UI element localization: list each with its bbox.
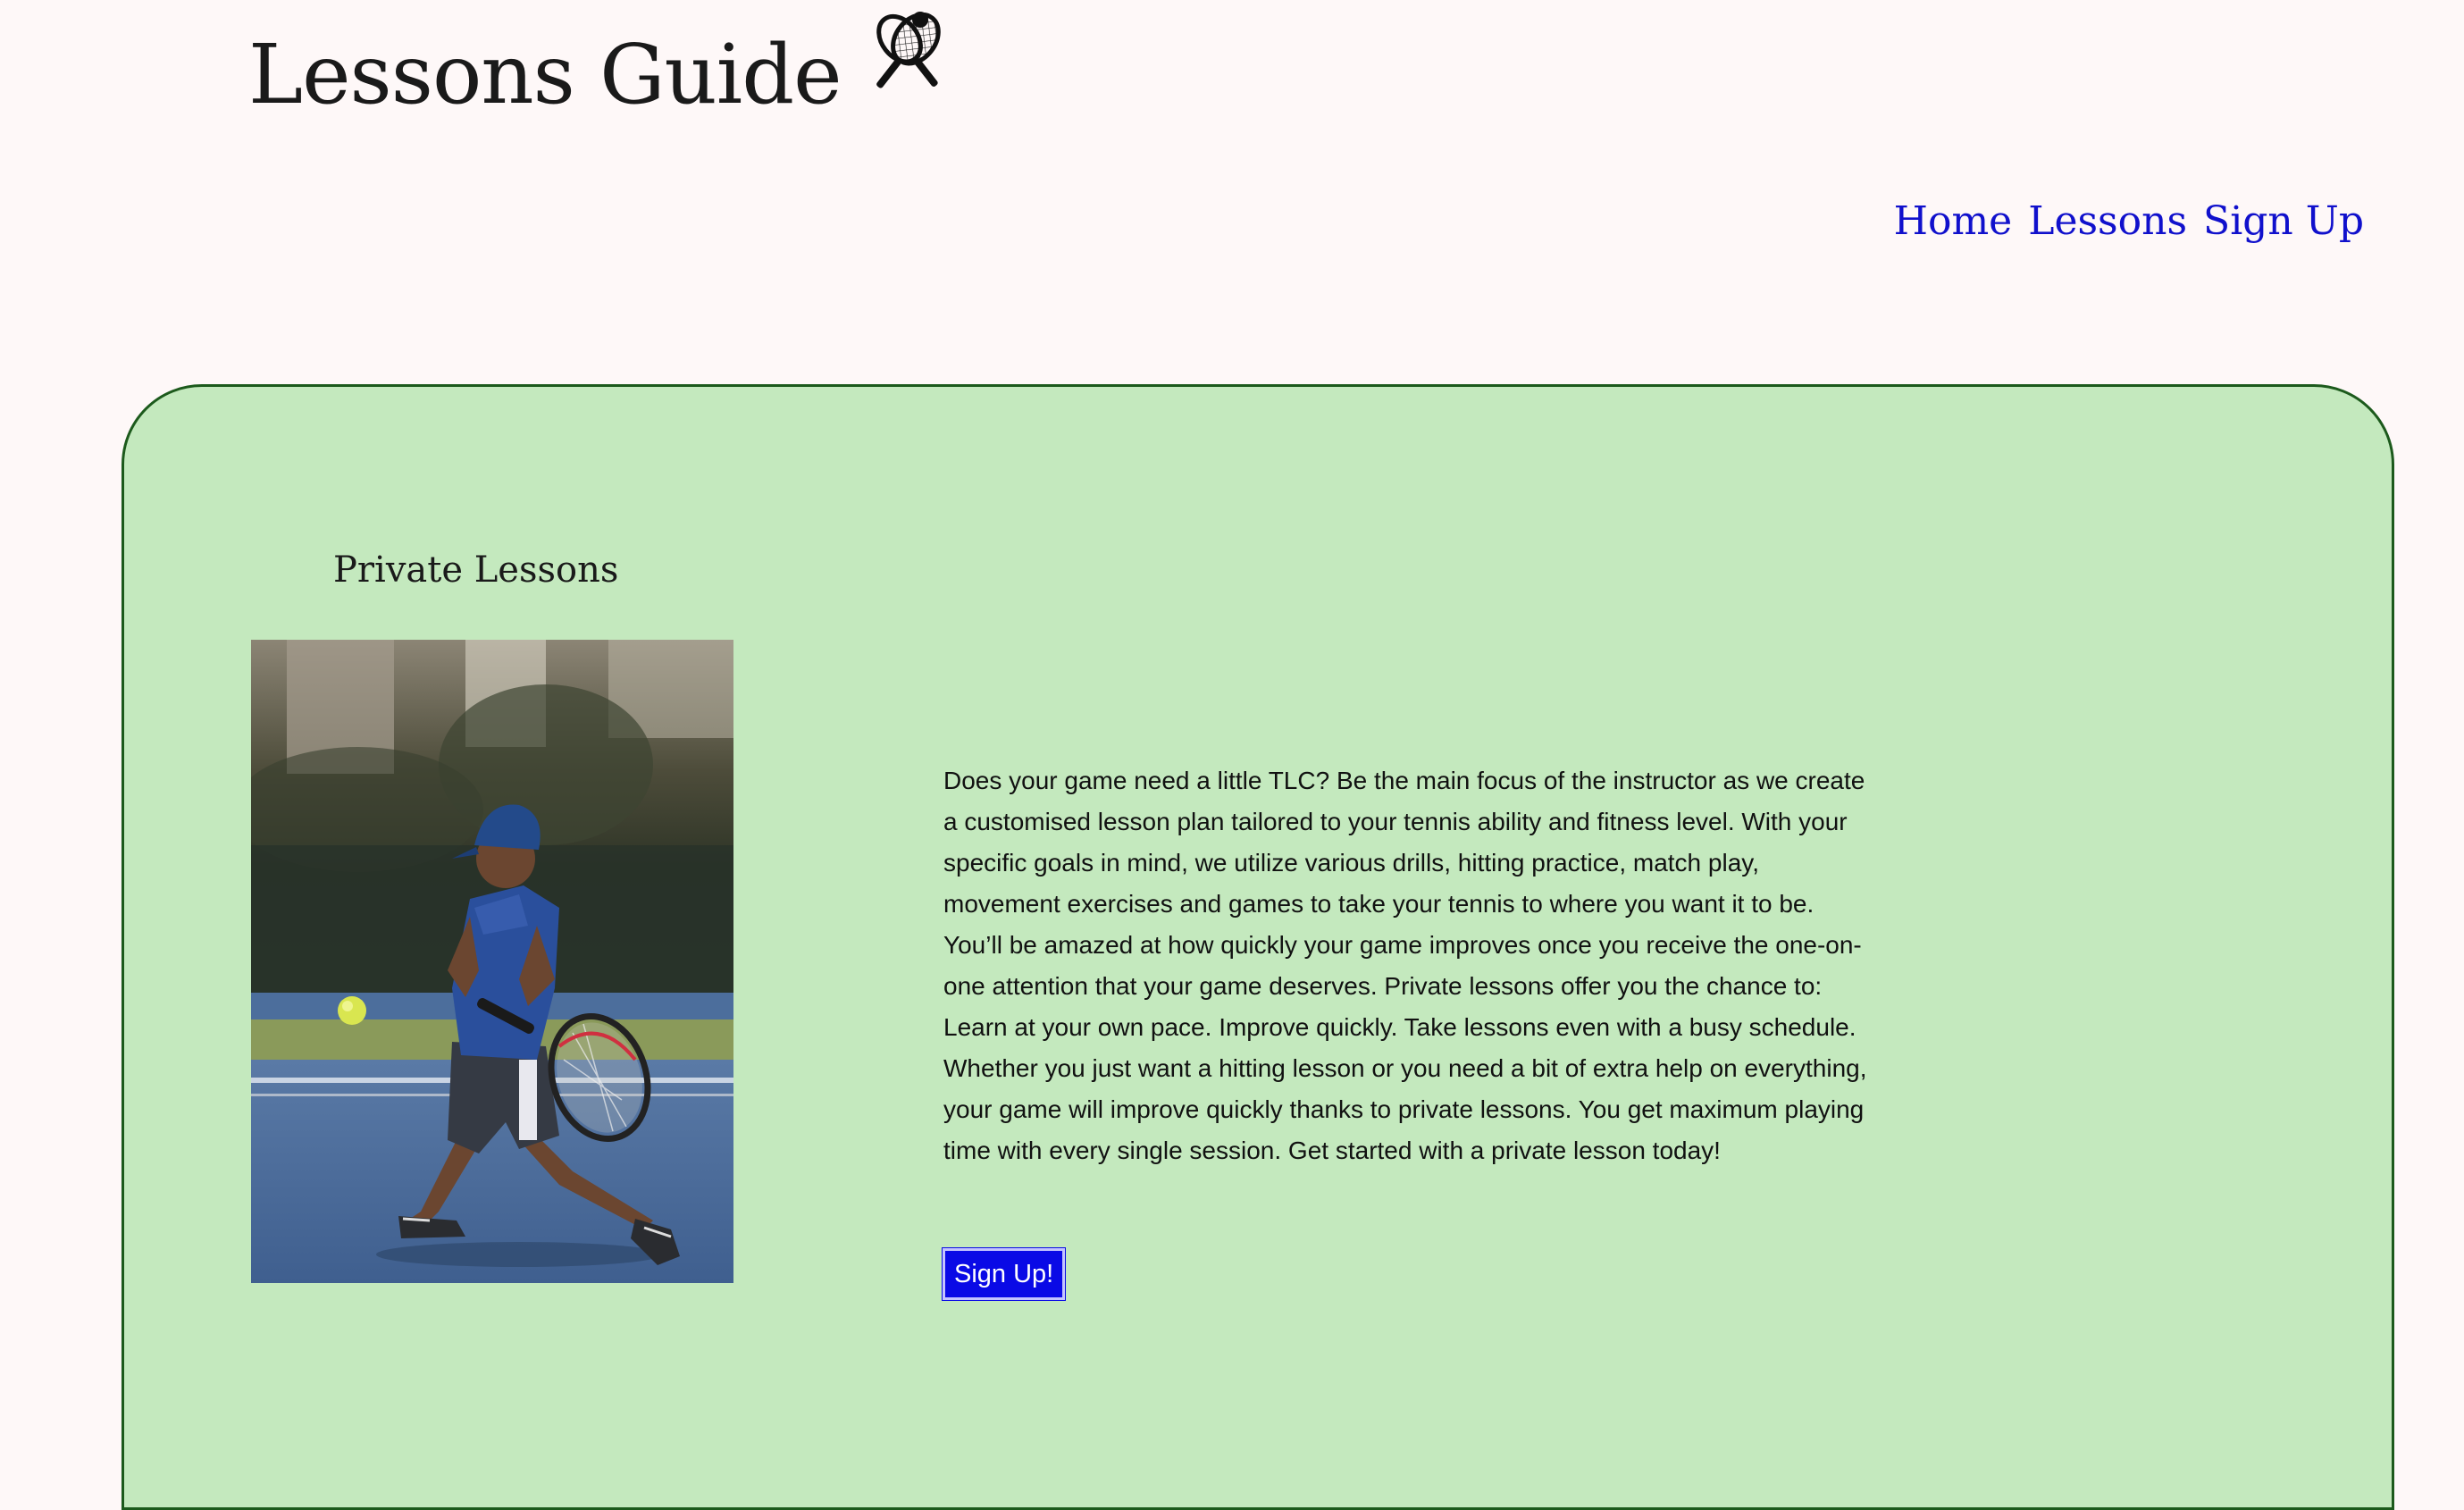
lesson-photo (251, 640, 733, 1283)
nav-signup[interactable]: Sign Up (2203, 198, 2364, 244)
content-panel: Private Lessons Does your game need a li… (122, 384, 2394, 1510)
signup-button[interactable]: Sign Up! (941, 1247, 1067, 1301)
site-header: Lessons Guide Home Lessons Sign Up (0, 0, 2464, 375)
tennis-rackets-icon (876, 12, 941, 88)
site-logo[interactable]: Lessons Guide (248, 12, 958, 122)
main-nav: Home Lessons Sign Up (1894, 198, 2364, 244)
page-title: Private Lessons (333, 549, 619, 591)
nav-home[interactable]: Home (1894, 198, 2013, 244)
boy-hitting-tennis-backhand-photo (251, 640, 733, 1283)
lesson-description: Does your game need a little TLC? Be the… (943, 767, 1867, 1164)
logo-text: Lessons Guide (248, 27, 842, 122)
nav-lessons[interactable]: Lessons (2028, 198, 2187, 244)
